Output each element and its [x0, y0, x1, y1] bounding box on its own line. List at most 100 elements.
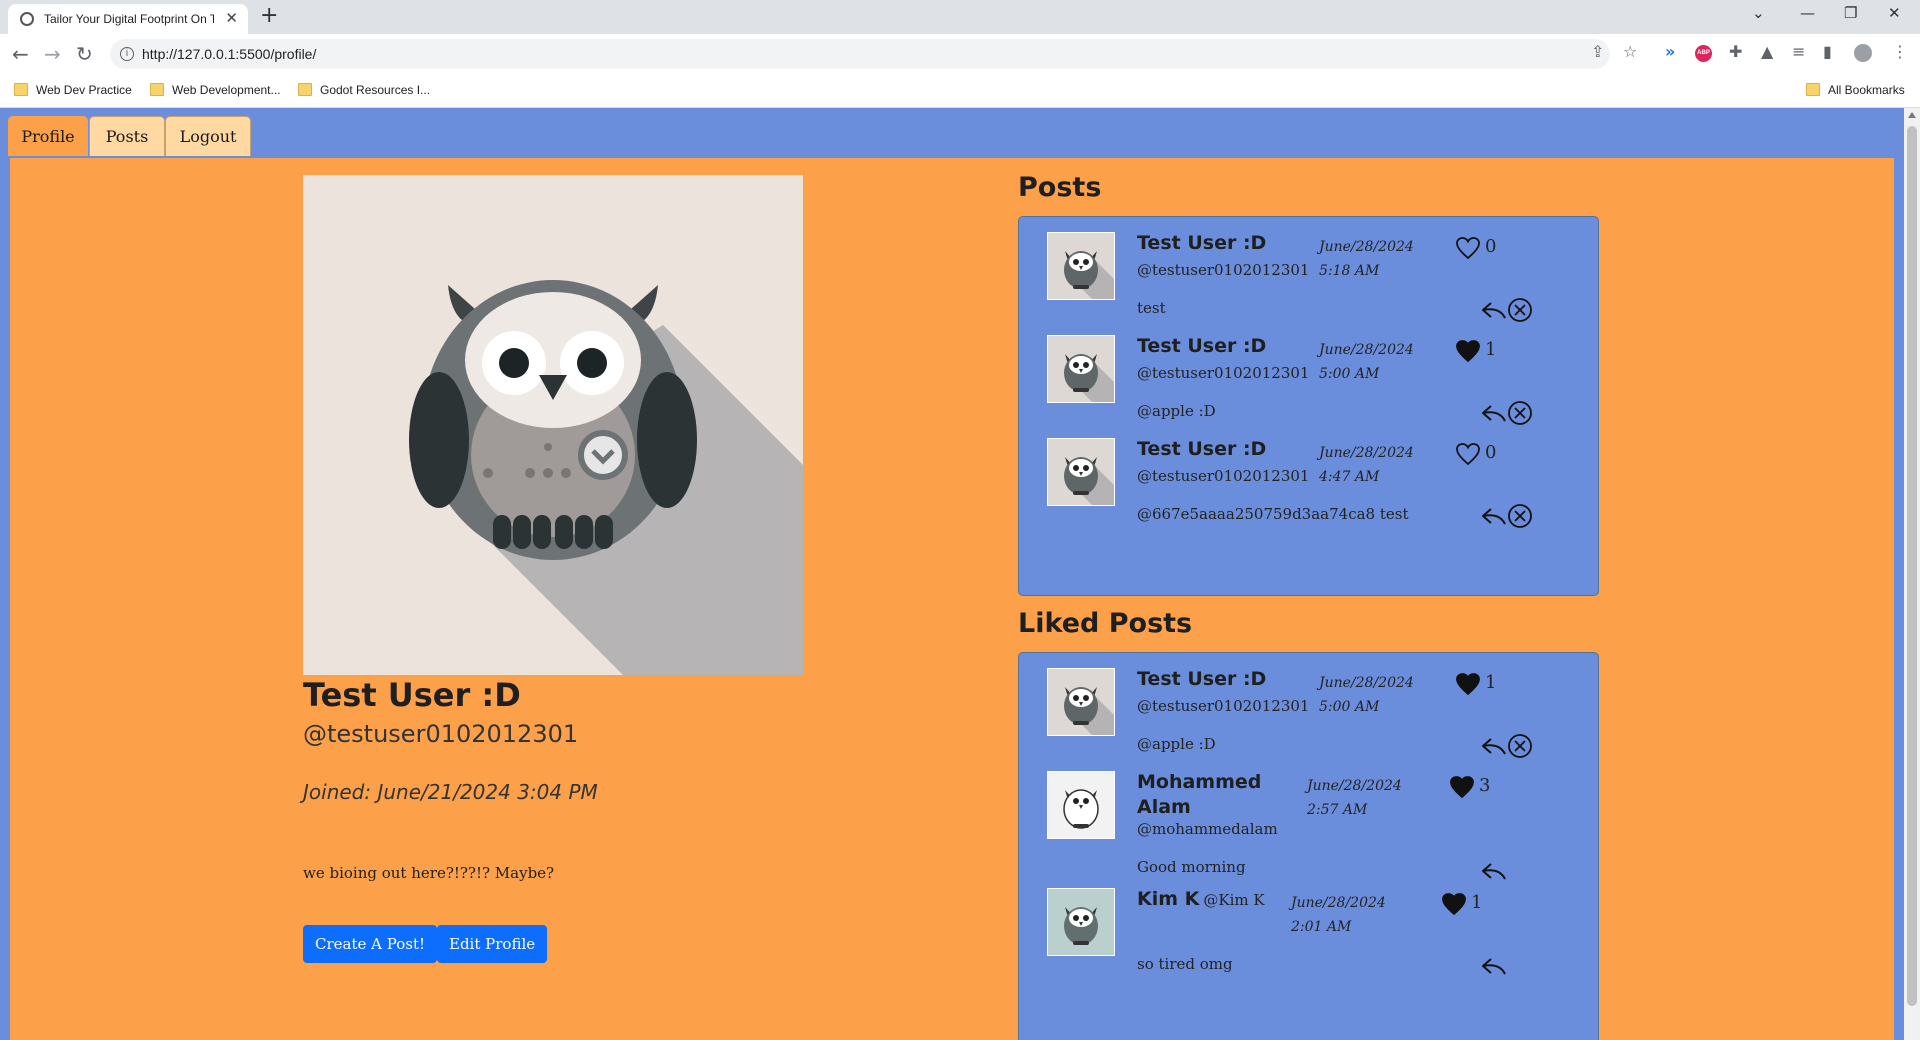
tab-profile[interactable]: Profile	[8, 116, 88, 156]
post-date: June/28/2024	[1307, 778, 1402, 794]
post-card: Mohammed Alam @mohammedalam June/28/2024 2:5…	[1019, 756, 1598, 880]
avatar[interactable]	[1047, 888, 1115, 956]
owl-profile-icon	[409, 280, 803, 675]
tab-posts[interactable]: Posts	[89, 116, 165, 156]
post-date: June/28/2024	[1291, 895, 1386, 911]
profile-bio: we bioing out here?!??!? Maybe?	[303, 864, 555, 882]
reply-button[interactable]	[1481, 955, 1507, 981]
close-tab-icon[interactable]: ✕	[225, 9, 238, 27]
post-text: test	[1137, 299, 1166, 317]
post-author-handle[interactable]: @mohammedalam	[1137, 820, 1278, 838]
labs-icon[interactable]: ▲	[1761, 42, 1773, 61]
owl-sketch-icon	[1048, 772, 1114, 838]
post-author-handle[interactable]: @Kim K	[1203, 891, 1264, 909]
reply-icon	[1482, 738, 1506, 755]
avatar[interactable]	[1047, 668, 1115, 736]
post-author-name-text: Mohammed	[1137, 771, 1262, 793]
reply-button[interactable]	[1481, 505, 1507, 531]
profile-content: Test User :D @testuser0102012301 Joined:…	[10, 158, 1894, 1040]
post-time: 5:00 AM	[1319, 699, 1380, 715]
reload-icon[interactable]: ↻	[76, 42, 93, 66]
owl-gray-icon	[1048, 669, 1114, 735]
profile-avatar-icon[interactable]	[1854, 44, 1872, 62]
restore-icon[interactable]: ❐	[1844, 4, 1857, 22]
post-timestamp: June/28/2024 2:01 AM	[1291, 891, 1386, 939]
post-card: Test User :D @testuser0102012301 June/28/2…	[1019, 217, 1598, 337]
post-author-name[interactable]: Mohammed Alam	[1137, 770, 1261, 820]
post-timestamp: June/28/2024 5:00 AM	[1319, 338, 1414, 386]
post-timestamp: June/28/2024 4:47 AM	[1319, 441, 1414, 489]
extensions-icon[interactable]: ✚	[1729, 42, 1742, 61]
minimize-icon[interactable]: —	[1800, 4, 1815, 22]
post-author-name[interactable]: Kim K @Kim K	[1137, 887, 1265, 913]
like-count: 1	[1485, 339, 1497, 360]
forward-icon[interactable]: →	[44, 42, 61, 66]
heart-outline-icon	[1456, 443, 1480, 466]
post-author-name[interactable]: Test User :D	[1137, 231, 1266, 256]
side-panel-icon[interactable]: ▮	[1823, 42, 1832, 61]
avatar[interactable]	[1047, 232, 1115, 300]
avatar[interactable]	[1047, 438, 1115, 506]
post-card: Test User :D @testuser0102012301 June/28/2…	[1019, 423, 1598, 543]
post-date: June/28/2024	[1319, 342, 1414, 358]
post-author-name[interactable]: Test User :D	[1137, 334, 1266, 359]
page-scrollbar[interactable]	[1904, 108, 1920, 1040]
bookmark-item[interactable]: Godot Resources I...	[298, 83, 430, 97]
browser-tab[interactable]: Tailor Your Digital Footprint On Th ✕	[8, 4, 248, 34]
url-text[interactable]: http://127.0.0.1:5500/profile/	[142, 46, 316, 62]
site-info-icon[interactable]: i	[120, 47, 134, 61]
tab-search-icon[interactable]: ⌄	[1752, 4, 1765, 22]
post-author-handle[interactable]: @testuser0102012301	[1137, 467, 1309, 485]
avatar[interactable]	[1047, 335, 1115, 403]
adblock-icon[interactable]: ABP	[1695, 45, 1712, 62]
scroll-up-arrow-icon[interactable]	[1908, 112, 1916, 118]
globe-icon	[20, 12, 34, 26]
post-timestamp: June/28/2024 5:18 AM	[1319, 235, 1414, 283]
owl-gray-icon	[1048, 233, 1114, 299]
window-close-icon[interactable]: ✕	[1888, 4, 1901, 22]
address-bar[interactable]: i http://127.0.0.1:5500/profile/	[110, 39, 1610, 69]
folder-icon	[1806, 83, 1820, 96]
post-author-name[interactable]: Test User :D	[1137, 667, 1266, 692]
bookmark-item[interactable]: Web Development...	[150, 83, 281, 97]
post-time: 2:01 AM	[1291, 919, 1352, 935]
owl-gray-icon	[1048, 336, 1114, 402]
scrollbar-thumb[interactable]	[1907, 126, 1917, 1006]
post-text: so tired omg	[1137, 955, 1233, 973]
post-timestamp: June/28/2024 2:57 AM	[1307, 774, 1402, 822]
post-card: Test User :D @testuser0102012301 June/28/2…	[1019, 653, 1598, 773]
post-author-name-text: Kim K	[1137, 888, 1200, 910]
delete-button[interactable]	[1507, 503, 1533, 533]
browser-menu-icon[interactable]: ⋮	[1892, 42, 1908, 61]
tab-logout[interactable]: Logout	[165, 116, 251, 156]
liked-posts-list: Test User :D @testuser0102012301 June/28/2…	[1018, 652, 1599, 1040]
like-count: 1	[1485, 672, 1497, 693]
folder-icon	[298, 83, 312, 96]
post-author-handle[interactable]: @testuser0102012301	[1137, 697, 1309, 715]
post-author-name-text: Test User :D	[1137, 438, 1267, 460]
owl-teal-icon	[1048, 889, 1114, 955]
all-bookmarks[interactable]: All Bookmarks	[1806, 83, 1905, 97]
post-time: 4:47 AM	[1319, 469, 1380, 485]
reply-icon	[1482, 302, 1506, 319]
post-author-name[interactable]: Test User :D	[1137, 437, 1266, 462]
bookmarks-bar: Web Dev Practice Web Development... Godo…	[0, 74, 1920, 108]
avatar[interactable]	[1047, 771, 1115, 839]
like-count: 0	[1485, 442, 1497, 463]
post-text: @apple :D	[1137, 402, 1216, 420]
share-icon[interactable]: ⇪	[1591, 42, 1604, 61]
reading-list-icon[interactable]: ≡	[1792, 42, 1805, 61]
post-author-handle[interactable]: @testuser0102012301	[1137, 364, 1309, 382]
bookmark-star-icon[interactable]: ☆	[1623, 42, 1637, 61]
new-tab-icon[interactable]: +	[260, 3, 278, 28]
bookmark-item[interactable]: Web Dev Practice	[14, 83, 132, 97]
read-aloud-icon[interactable]: »	[1665, 42, 1675, 61]
post-author-name-text: Alam	[1137, 796, 1191, 818]
edit-profile-button[interactable]: Edit Profile	[437, 925, 548, 963]
heart-outline-icon	[1456, 237, 1480, 260]
post-author-handle[interactable]: @testuser0102012301	[1137, 261, 1309, 279]
like-count: 1	[1471, 892, 1483, 913]
back-icon[interactable]: ←	[12, 42, 29, 66]
create-post-button[interactable]: Create A Post!	[303, 925, 438, 963]
delete-circle-x-icon	[1508, 504, 1532, 528]
